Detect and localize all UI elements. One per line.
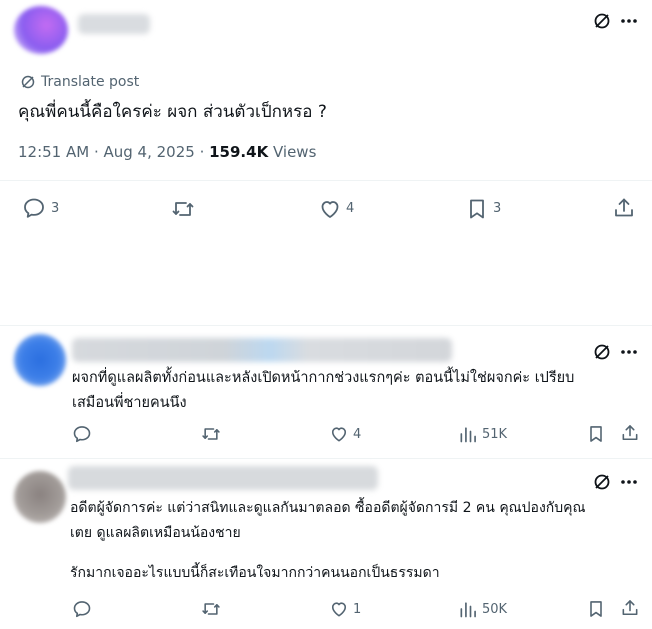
views-count: 50K bbox=[482, 602, 508, 617]
share-icon[interactable] bbox=[620, 423, 640, 443]
bookmark-icon[interactable] bbox=[586, 599, 606, 619]
post-timestamp[interactable]: 12:51 AM · Aug 4, 2025 · bbox=[18, 143, 209, 161]
share-icon[interactable] bbox=[612, 196, 636, 220]
reply-text: ผจกที่ดูแลผลิตทั้งก่อนและหลังเปิดหน้ากาก… bbox=[72, 366, 574, 416]
more-options-icon[interactable] bbox=[620, 349, 638, 355]
reply-avatar[interactable] bbox=[14, 334, 66, 386]
more-options-icon[interactable] bbox=[620, 479, 638, 485]
more-options-icon[interactable] bbox=[620, 18, 638, 24]
repost-icon[interactable] bbox=[171, 197, 195, 221]
repost-icon[interactable] bbox=[201, 424, 221, 444]
reply-author-name[interactable] bbox=[68, 466, 378, 490]
reply-author-name[interactable] bbox=[72, 338, 452, 362]
like-count: 4 bbox=[346, 201, 355, 216]
grok-icon[interactable] bbox=[592, 472, 612, 492]
views-icon[interactable] bbox=[458, 424, 478, 444]
repost-icon[interactable] bbox=[201, 599, 221, 619]
like-count: 1 bbox=[353, 602, 362, 617]
bookmark-icon[interactable] bbox=[586, 424, 606, 444]
reply-text: อดีตผู้จัดการค่ะ แต่ว่าสนิทและดูแลกันมาต… bbox=[70, 496, 586, 586]
like-icon[interactable] bbox=[318, 197, 342, 221]
views-icon[interactable] bbox=[458, 599, 478, 619]
reply-icon[interactable] bbox=[72, 424, 92, 444]
reply-text-line: เสมือนพี่ชายคนนึง bbox=[72, 395, 187, 411]
bookmark-count: 3 bbox=[493, 201, 502, 216]
reply-count: 3 bbox=[51, 201, 60, 216]
reply-text-line: ผจกที่ดูแลผลิตทั้งก่อนและหลังเปิดหน้ากาก… bbox=[72, 370, 575, 386]
reply-icon[interactable] bbox=[22, 196, 46, 220]
grok-icon[interactable] bbox=[592, 342, 612, 362]
reply-avatar[interactable] bbox=[14, 471, 66, 523]
divider bbox=[0, 325, 652, 326]
divider bbox=[0, 180, 652, 181]
main-post-avatar[interactable] bbox=[14, 6, 68, 54]
divider bbox=[0, 458, 652, 459]
bookmark-icon[interactable] bbox=[465, 197, 489, 221]
views-count: 159.4K bbox=[209, 143, 269, 161]
like-icon[interactable] bbox=[329, 599, 349, 619]
reply-text-line: เตย ดูแลผลิตเหมือนน้องชาย bbox=[70, 525, 241, 541]
views-count: 51K bbox=[482, 427, 508, 442]
like-icon[interactable] bbox=[329, 424, 349, 444]
grok-icon[interactable] bbox=[592, 11, 612, 31]
views-label: Views bbox=[268, 143, 317, 161]
blank-area bbox=[0, 232, 652, 324]
main-post-meta: 12:51 AM · Aug 4, 2025 · 159.4K Views bbox=[18, 143, 316, 161]
like-count: 4 bbox=[353, 427, 362, 442]
share-icon[interactable] bbox=[620, 598, 640, 618]
reply-text-line: รักมากเจออะไรแบบนี้ก็สะเทือนใจมากกว่าคนน… bbox=[70, 565, 440, 581]
main-post-text: คุณพี่คนนี้คือใครค่ะ ผจก ส่วนตัวเป็กหรอ … bbox=[18, 102, 327, 122]
translate-icon[interactable] bbox=[20, 74, 36, 90]
translate-post-link[interactable]: Translate post bbox=[41, 74, 139, 90]
main-post-author-name[interactable] bbox=[78, 14, 150, 34]
reply-text-line: อดีตผู้จัดการค่ะ แต่ว่าสนิทและดูแลกันมาต… bbox=[70, 500, 586, 516]
reply-icon[interactable] bbox=[72, 599, 92, 619]
